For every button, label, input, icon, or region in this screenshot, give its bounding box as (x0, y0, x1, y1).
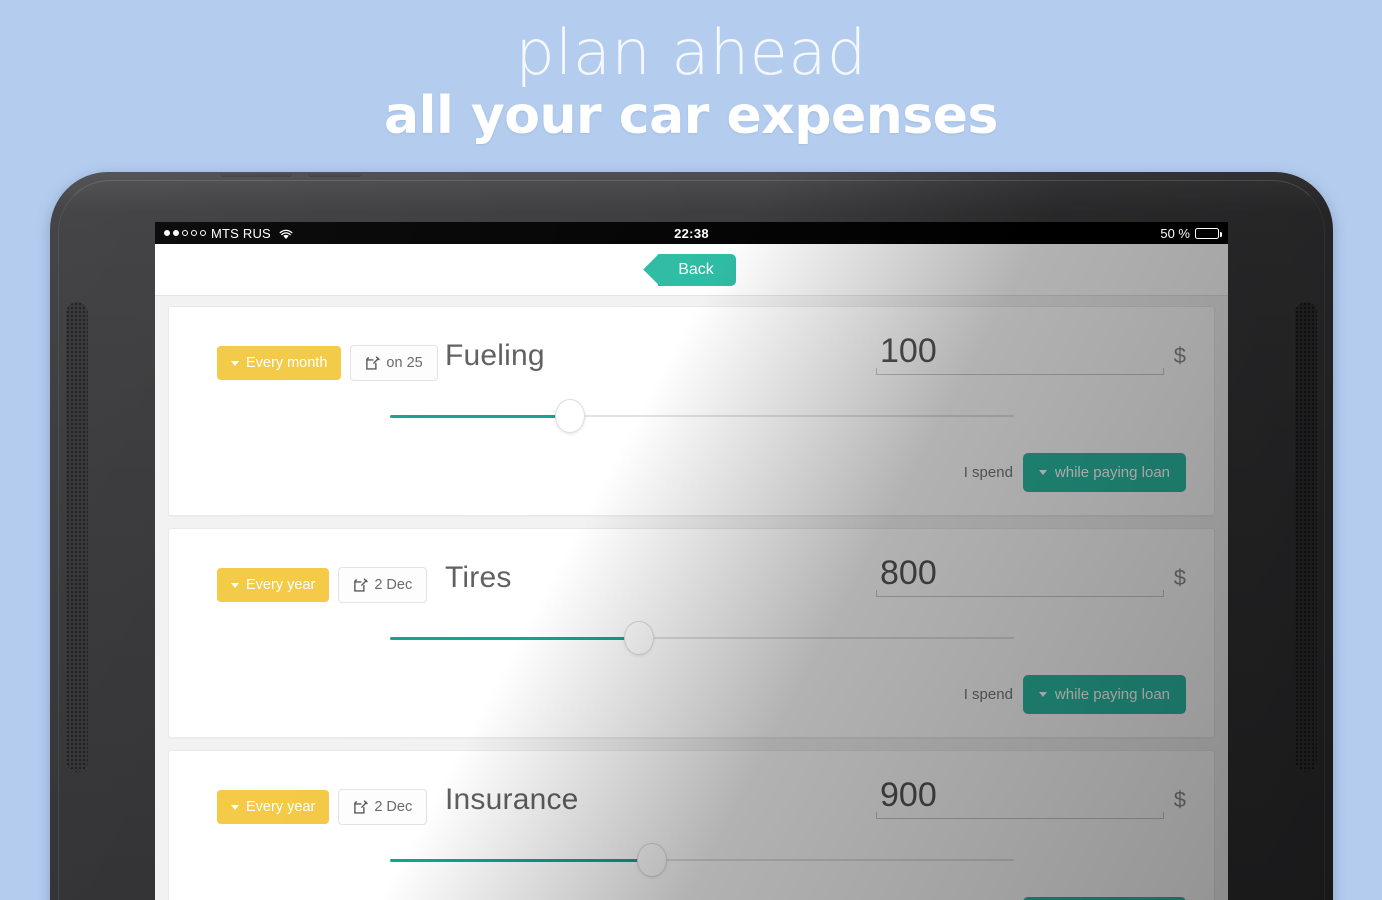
amount-slider-row (217, 827, 1186, 878)
chevron-down-icon (231, 804, 239, 810)
expense-card-fueling[interactable]: Every month on 25 Fueling 100 $ I spend … (168, 306, 1215, 516)
headline-line-1: plan ahead (515, 16, 867, 89)
device-screen: MTS RUS 22:38 50 % Back Every month on 2… (155, 222, 1228, 900)
category-name: Tires (445, 561, 512, 594)
spend-label: I spend (963, 464, 1013, 482)
card-header-row: Every month on 25 Fueling 100 $ (217, 332, 1186, 383)
expense-list: Every month on 25 Fueling 100 $ I spend … (155, 296, 1228, 900)
currency-symbol: $ (1173, 565, 1186, 590)
amount-value[interactable]: 800 (876, 554, 1164, 592)
spend-condition-row: I spend while paying loan (217, 655, 1186, 715)
expense-card-tires[interactable]: Every year 2 Dec Tires 800 $ I spend whi… (168, 528, 1215, 738)
frequency-label: Every year (246, 799, 316, 815)
input-underline (876, 812, 1164, 820)
spend-label: I spend (963, 686, 1013, 704)
date-label: 2 Dec (374, 577, 413, 593)
amount-slider[interactable] (389, 843, 1014, 878)
frequency-button[interactable]: Every year (217, 790, 330, 824)
slider-thumb[interactable] (555, 399, 586, 434)
amount-value[interactable]: 100 (876, 332, 1164, 370)
card-header-row: Every year 2 Dec (217, 554, 1186, 605)
battery-percent-label: 50 % (1160, 225, 1190, 241)
status-bar-right: 50 % (1160, 225, 1222, 241)
battery-icon (1195, 227, 1222, 239)
spend-condition-button[interactable]: while paying loan (1022, 453, 1186, 493)
spend-condition-row: I spend while paying loan (217, 433, 1186, 493)
edit-icon (353, 799, 368, 815)
schedule-controls: Every year 2 Dec (217, 555, 445, 603)
power-button[interactable] (220, 172, 292, 177)
currency-symbol: $ (1173, 343, 1186, 368)
spend-condition-button[interactable]: while paying loan (1022, 675, 1186, 715)
input-underline (876, 368, 1164, 376)
date-label: 2 Dec (374, 799, 413, 815)
frequency-button[interactable]: Every year (217, 568, 330, 602)
edit-icon (353, 577, 368, 593)
chevron-down-icon (1038, 692, 1047, 698)
speaker-grille-right (1295, 302, 1317, 772)
schedule-controls: Every month on 25 (217, 333, 445, 381)
chevron-down-icon (231, 582, 239, 588)
amount-slider[interactable] (389, 621, 1014, 656)
back-button[interactable]: Back (658, 253, 736, 286)
spend-condition-label: while paying loan (1054, 464, 1170, 482)
navigation-bar: Back (155, 244, 1228, 296)
slider-track-fill (389, 415, 571, 419)
amount-slider-row (217, 605, 1186, 656)
slider-track-fill (389, 859, 652, 863)
date-button[interactable]: 2 Dec (338, 789, 428, 825)
amount-group: 800 $ (876, 554, 1186, 605)
tablet-device-frame: MTS RUS 22:38 50 % Back Every month on 2… (50, 172, 1333, 900)
date-button[interactable]: 2 Dec (338, 567, 428, 603)
speaker-grille-left (66, 302, 88, 772)
slider-thumb[interactable] (636, 843, 667, 878)
card-header-row: Every year 2 Dec (217, 776, 1186, 827)
frequency-label: Every year (246, 577, 316, 593)
volume-button[interactable] (308, 172, 362, 177)
slider-thumb[interactable] (624, 621, 655, 656)
amount-input[interactable]: 900 (876, 776, 1164, 827)
status-bar-clock: 22:38 (674, 225, 709, 241)
headline-line-2: all your car expenses (384, 86, 998, 146)
schedule-controls: Every year 2 Dec (217, 777, 445, 825)
frequency-label: Every month (246, 355, 328, 371)
promo-headline: plan ahead all your car expenses (0, 0, 1382, 149)
frequency-button[interactable]: Every month (217, 346, 342, 380)
input-underline (876, 590, 1164, 598)
edit-icon (365, 355, 381, 371)
amount-input[interactable]: 100 (876, 332, 1164, 383)
spend-condition-label: while paying loan (1054, 686, 1170, 704)
chevron-down-icon (1038, 470, 1047, 476)
slider-track-fill (389, 637, 640, 641)
currency-symbol: $ (1173, 787, 1186, 812)
date-label: on 25 (386, 355, 423, 371)
amount-slider[interactable] (389, 399, 1014, 434)
date-button[interactable]: on 25 (350, 345, 438, 381)
amount-slider-row (217, 383, 1186, 434)
category-name: Fueling (445, 339, 545, 372)
status-bar: MTS RUS 22:38 50 % (155, 222, 1228, 244)
amount-group: 900 $ (876, 776, 1186, 827)
amount-group: 100 $ (876, 332, 1186, 383)
category-name: Insurance (445, 783, 579, 816)
expense-card-insurance[interactable]: Every year 2 Dec Insurance 900 $ (168, 750, 1215, 900)
spend-condition-row: I spend while paying loan (217, 877, 1186, 900)
chevron-down-icon (231, 360, 239, 366)
amount-input[interactable]: 800 (876, 554, 1164, 605)
amount-value[interactable]: 900 (876, 776, 1164, 814)
